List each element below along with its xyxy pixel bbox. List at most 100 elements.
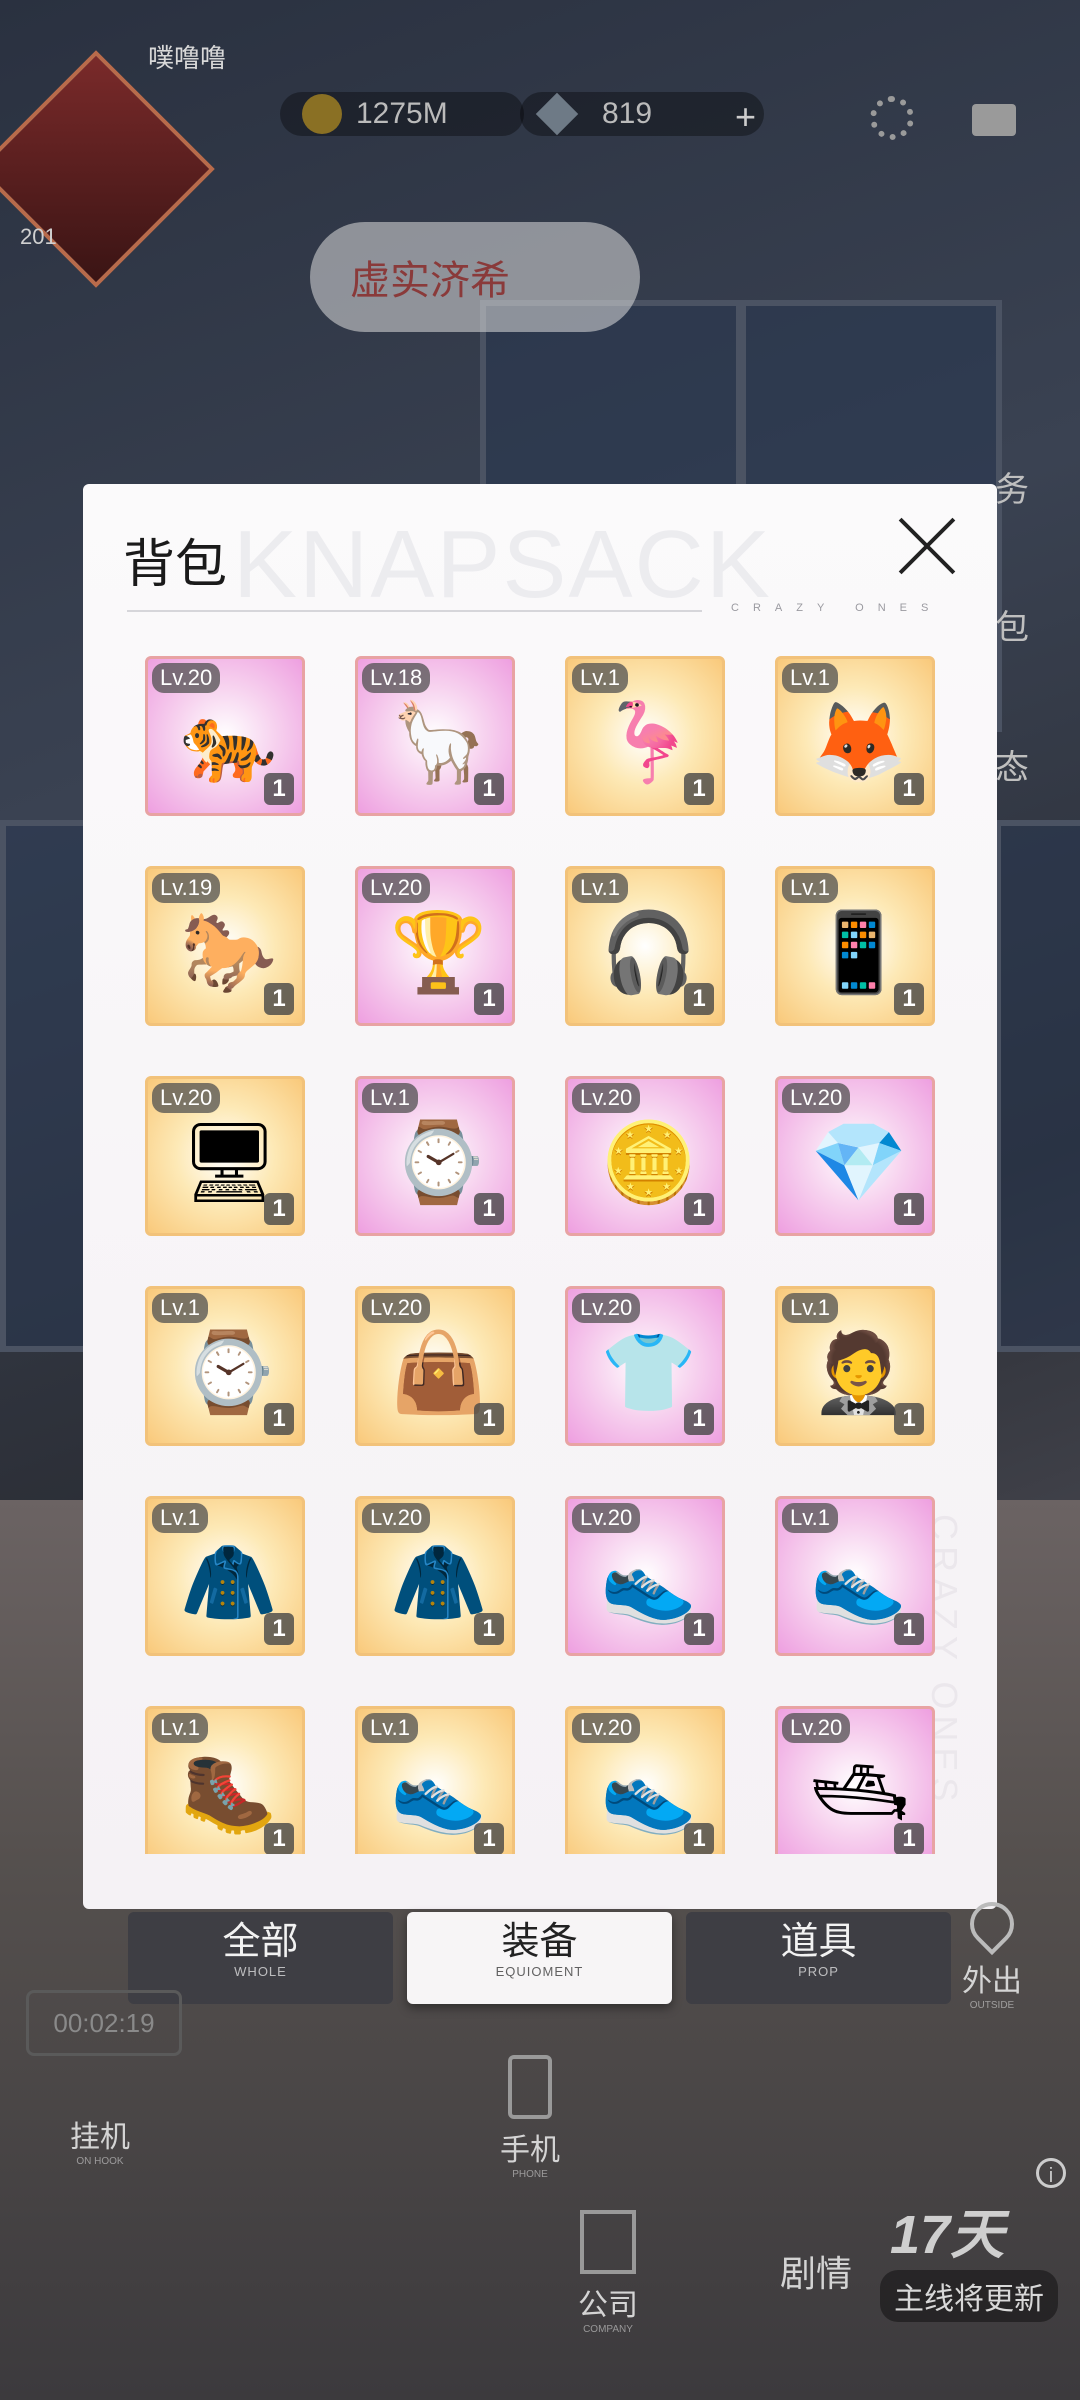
gold-bars-icon: 🪙 <box>600 1118 698 1208</box>
item-quantity-badge: 1 <box>684 1193 714 1225</box>
inventory-item[interactable]: 🏆 Lv.20 1 <box>355 866 515 1026</box>
outing-button[interactable]: 外出 OUTSIDE <box>960 1892 1024 2011</box>
jersey-icon: 👕 <box>600 1328 698 1418</box>
inventory-item[interactable]: 🦊 Lv.1 1 <box>775 656 935 816</box>
item-quantity-badge: 1 <box>894 1613 924 1645</box>
tab-whole-label: 全部 <box>222 1921 299 1963</box>
inventory-item[interactable]: 🪙 Lv.20 1 <box>565 1076 725 1236</box>
close-icon[interactable] <box>895 514 959 578</box>
gold-counter: 1275M <box>280 92 524 136</box>
inventory-item[interactable]: 👟 Lv.20 1 <box>565 1496 725 1656</box>
event-banner[interactable]: 虚实济希 <box>310 222 640 332</box>
inventory-item[interactable]: 💎 Lv.20 1 <box>775 1076 935 1236</box>
item-level-badge: Lv.20 <box>152 1083 221 1113</box>
story-countdown: 17天 <box>890 2205 1005 2265</box>
tab-prop[interactable]: 道具 PROP <box>686 1912 951 2004</box>
inventory-item[interactable]: ⌚ Lv.1 1 <box>145 1286 305 1446</box>
inventory-item[interactable]: 👜 Lv.20 1 <box>355 1286 515 1446</box>
item-quantity-badge: 1 <box>264 773 294 805</box>
story-button[interactable]: 剧情 <box>780 2245 852 2297</box>
add-diamonds-button[interactable]: + <box>735 96 756 138</box>
item-quantity-badge: 1 <box>684 1613 714 1645</box>
inventory-item[interactable]: 🧥 Lv.1 1 <box>145 1496 305 1656</box>
item-quantity-badge: 1 <box>264 1403 294 1435</box>
item-level-badge: Lv.20 <box>572 1293 641 1323</box>
idle-timer: 00:02:19 <box>26 1990 182 2056</box>
inventory-item[interactable]: 👟 Lv.20 1 <box>565 1706 725 1854</box>
item-level-badge: Lv.1 <box>782 1503 838 1533</box>
mail-icon[interactable] <box>972 104 1016 136</box>
smartphone-icon: 📱 <box>810 908 908 998</box>
tab-equipment-label: 装备 <box>501 1921 578 1963</box>
inventory-item[interactable]: 🐎 Lv.19 1 <box>145 866 305 1026</box>
company-button[interactable]: 公司 COMPANY <box>578 2210 638 2335</box>
item-level-badge: Lv.20 <box>362 873 431 903</box>
inventory-item[interactable]: 👟 Lv.1 1 <box>775 1496 935 1656</box>
title-divider <box>127 610 702 612</box>
company-sublabel: COMPANY <box>583 2324 633 2335</box>
side-label-task[interactable]: 务 <box>995 462 1029 511</box>
inventory-item[interactable]: 📱 Lv.1 1 <box>775 866 935 1026</box>
item-quantity-badge: 1 <box>894 1403 924 1435</box>
inventory-item[interactable]: 🎧 Lv.1 1 <box>565 866 725 1026</box>
outing-sublabel: OUTSIDE <box>969 2000 1015 2011</box>
inventory-item[interactable]: 🦩 Lv.1 1 <box>565 656 725 816</box>
inventory-item[interactable]: 👟 Lv.1 1 <box>355 1706 515 1854</box>
inventory-item[interactable]: 👕 Lv.20 1 <box>565 1286 725 1446</box>
high-top-sneaker-icon: 👟 <box>390 1748 488 1838</box>
gold-amount: 1275M <box>356 97 448 130</box>
item-grid: 🐅 Lv.20 1 🦙 Lv.18 1 🦩 Lv.1 1 🦊 Lv.1 1 🐎 Lv.19 1 🏆 Lv.20 1… <box>145 656 945 1854</box>
leather-jacket-icon: 🧥 <box>390 1538 488 1628</box>
item-level-badge: Lv.1 <box>782 663 838 693</box>
headphones-icon: 🎧 <box>600 908 698 998</box>
inventory-item[interactable]: 🥾 Lv.1 1 <box>145 1706 305 1854</box>
alpaca-icon: 🦙 <box>390 698 488 788</box>
flamingo-icon: 🦩 <box>600 698 698 788</box>
item-level-badge: Lv.1 <box>572 873 628 903</box>
item-quantity-badge: 1 <box>474 983 504 1015</box>
settings-gear-icon[interactable] <box>870 96 914 140</box>
sneaker-icon: 👟 <box>600 1538 698 1628</box>
phone-icon <box>508 2055 552 2119</box>
phone-sublabel: PHONE <box>512 2169 548 2180</box>
diamond-amount: 819 <box>602 97 653 130</box>
diamond-counter: 819 <box>520 92 764 136</box>
suit-icon: 🤵 <box>810 1328 908 1418</box>
item-level-badge: Lv.20 <box>152 663 221 693</box>
idle-button[interactable]: 挂机 ON HOOK <box>70 2112 130 2167</box>
tab-prop-sublabel: PROP <box>798 1964 839 1979</box>
inventory-item[interactable]: 🧥 Lv.20 1 <box>355 1496 515 1656</box>
company-label: 公司 <box>578 2289 638 2322</box>
inventory-item[interactable]: 🤵 Lv.1 1 <box>775 1286 935 1446</box>
player-name: 噗噜噜 <box>148 43 227 73</box>
tab-equipment[interactable]: 装备 EQUIOMENT <box>407 1912 672 2004</box>
inventory-item[interactable]: ⌚ Lv.1 1 <box>355 1076 515 1236</box>
fennec-fox-icon: 🦊 <box>810 698 908 788</box>
idle-label: 挂机 <box>70 2121 130 2154</box>
item-level-badge: Lv.1 <box>782 1293 838 1323</box>
inventory-item[interactable]: 🐅 Lv.20 1 <box>145 656 305 816</box>
inventory-item[interactable]: 🖥 Lv.20 1 <box>145 1076 305 1236</box>
gold-sneaker-icon: 👟 <box>810 1538 908 1628</box>
item-quantity-badge: 1 <box>264 1193 294 1225</box>
category-tabs: 全部 WHOLE 装备 EQUIOMENT 道具 PROP <box>128 1912 951 2004</box>
side-label-bag[interactable]: 包 <box>995 600 1029 649</box>
inventory-item[interactable]: 🛥 Lv.20 1 <box>775 1706 935 1854</box>
info-icon[interactable]: i <box>1036 2158 1066 2188</box>
knapsack-dialog: KNAPSACK 背包 CRAZY ONES CRAZY ONES 🐅 Lv.20… <box>83 484 997 1909</box>
building-icon <box>580 2210 636 2274</box>
item-quantity-badge: 1 <box>474 773 504 805</box>
phone-label: 手机 <box>500 2134 560 2167</box>
yacht-icon: 🛥 <box>810 1748 910 1838</box>
gold-coin-icon <box>302 94 342 134</box>
item-quantity-badge: 1 <box>474 1403 504 1435</box>
item-level-badge: Lv.1 <box>152 1713 208 1743</box>
item-quantity-badge: 1 <box>894 773 924 805</box>
item-level-badge: Lv.20 <box>782 1083 851 1113</box>
side-label-status[interactable]: 态 <box>995 740 1029 789</box>
item-quantity-badge: 1 <box>474 1613 504 1645</box>
inventory-item[interactable]: 🦙 Lv.18 1 <box>355 656 515 816</box>
diamond-icon <box>535 92 579 136</box>
trophy-vase-icon: 🏆 <box>390 908 488 998</box>
phone-button[interactable]: 手机 PHONE <box>500 2055 560 2180</box>
